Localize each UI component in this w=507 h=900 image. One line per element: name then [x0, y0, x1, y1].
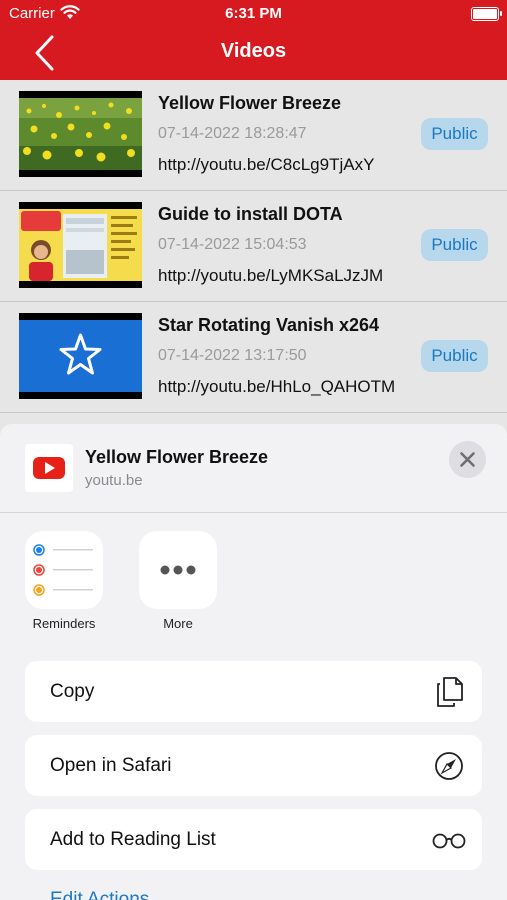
status-bar: Carrier 6:31 PM	[0, 0, 507, 28]
video-url[interactable]: http://youtu.be/LyMKSaLJzJM	[158, 266, 383, 286]
youtube-icon	[25, 444, 73, 492]
video-thumbnail	[19, 202, 142, 288]
share-title: Yellow Flower Breeze	[85, 447, 269, 467]
copy-action[interactable]: Copy	[25, 661, 482, 722]
more-apps-button[interactable]	[139, 531, 217, 609]
visibility-badge: Public	[421, 118, 488, 150]
share-subtitle: youtu.be	[85, 472, 143, 489]
reminders-icon	[33, 544, 93, 596]
copy-icon	[437, 677, 463, 707]
more-label: More	[163, 616, 193, 631]
nav-bar: Carrier 6:31 PM Videos	[0, 0, 507, 80]
video-date: 07-14-2022 13:17:50	[158, 347, 307, 364]
compass-icon	[435, 752, 463, 780]
video-date: 07-14-2022 15:04:53	[158, 236, 307, 253]
tutorial-image	[19, 209, 142, 281]
video-thumbnail	[19, 313, 142, 399]
visibility-badge: Public	[421, 340, 488, 372]
video-row[interactable]: Star Rotating Vanish x264 07-14-2022 13:…	[0, 302, 507, 413]
reminders-label: Reminders	[32, 616, 96, 631]
reminders-app-button[interactable]	[25, 531, 103, 609]
page-title: Videos	[220, 40, 287, 62]
video-date: 07-14-2022 18:28:47	[158, 125, 307, 142]
status-time: 6:31 PM	[225, 5, 282, 22]
star-image	[19, 320, 142, 392]
glasses-icon	[432, 833, 466, 849]
video-title: Star Rotating Vanish x264	[158, 315, 380, 335]
video-row[interactable]: Guide to install DOTA 07-14-2022 15:04:5…	[0, 191, 507, 302]
video-row[interactable]: Yellow Flower Breeze 07-14-2022 18:28:47…	[0, 80, 507, 191]
video-title: Yellow Flower Breeze	[158, 93, 342, 113]
video-url[interactable]: http://youtu.be/C8cLg9TjAxY	[158, 155, 374, 175]
open-in-safari-label: Open in Safari	[50, 755, 172, 776]
add-to-reading-list-label: Add to Reading List	[50, 829, 216, 850]
open-in-safari-action[interactable]: Open in Safari	[25, 735, 482, 796]
share-sheet: Yellow Flower Breeze youtu.be Reminders …	[0, 424, 507, 900]
video-url[interactable]: http://youtu.be/HhLo_QAHOTM	[158, 377, 395, 397]
edit-actions-link[interactable]: Edit Actions...	[50, 889, 165, 900]
close-icon[interactable]	[449, 441, 486, 478]
add-to-reading-list-action[interactable]: Add to Reading List	[25, 809, 482, 870]
visibility-badge: Public	[421, 229, 488, 261]
copy-label: Copy	[50, 681, 95, 702]
share-header: Yellow Flower Breeze youtu.be	[0, 424, 507, 513]
battery-icon	[471, 7, 502, 21]
flower-field-image	[19, 98, 142, 170]
video-title: Guide to install DOTA	[158, 204, 343, 224]
ellipsis-icon	[160, 565, 196, 575]
video-thumbnail	[19, 91, 142, 177]
